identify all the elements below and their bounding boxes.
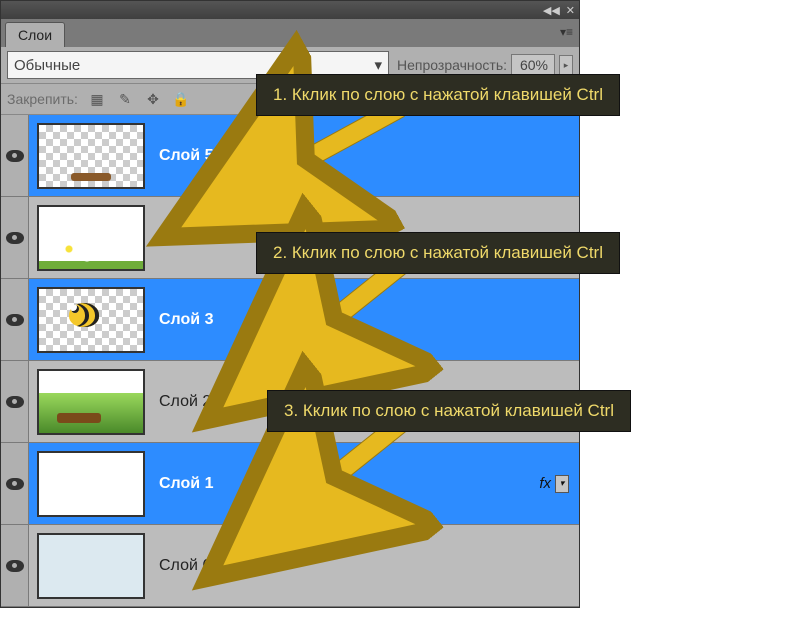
layer-thumbnail[interactable] — [37, 451, 145, 517]
blend-mode-value: Обычные — [14, 57, 80, 74]
layer-thumbnail[interactable] — [37, 205, 145, 271]
layer-name[interactable]: Слой 1 — [159, 475, 213, 493]
tab-layers[interactable]: Слои — [5, 22, 65, 47]
layer-name[interactable]: Слой 6 — [159, 557, 211, 575]
lock-brush-icon[interactable]: ✎ — [116, 90, 134, 108]
layer-row[interactable]: Слой 6 — [1, 525, 579, 607]
annotation-callout: 2. Кклик по слою с нажатой клавишей Ctrl — [256, 232, 620, 274]
eye-icon — [6, 396, 24, 408]
layer-thumbnail[interactable] — [37, 287, 145, 353]
opacity-control: Непрозрачность: 60% ▸ — [397, 54, 573, 76]
visibility-toggle[interactable] — [1, 115, 29, 196]
lock-all-icon[interactable]: 🔒 — [172, 90, 190, 108]
panel-menu-icon[interactable]: ▾≡ — [560, 25, 573, 39]
lock-move-icon[interactable]: ✥ — [144, 90, 162, 108]
layer-name[interactable]: Слой 4 — [159, 229, 211, 247]
eye-icon — [6, 560, 24, 572]
close-icon[interactable]: ✕ — [566, 4, 575, 17]
opacity-value[interactable]: 60% — [511, 54, 555, 76]
collapse-icon[interactable]: ◀◀ — [543, 4, 560, 17]
layer-name[interactable]: Слой 3 — [159, 311, 213, 329]
opacity-label: Непрозрачность: — [397, 57, 507, 73]
layer-thumbnail[interactable] — [37, 123, 145, 189]
fx-badge[interactable]: fx▾ — [539, 475, 569, 493]
layer-name[interactable]: Слой 2 — [159, 393, 211, 411]
eye-icon — [6, 314, 24, 326]
layer-row[interactable]: Слой 1 fx▾ — [1, 443, 579, 525]
layer-row[interactable]: Слой 5 — [1, 115, 579, 197]
lock-label: Закрепить: — [7, 91, 78, 107]
panel-titlebar: ◀◀ ✕ — [1, 1, 579, 19]
visibility-toggle[interactable] — [1, 525, 29, 606]
dropdown-icon: ▾ — [374, 56, 382, 74]
visibility-toggle[interactable] — [1, 443, 29, 524]
layer-body[interactable]: Слой 5 — [29, 115, 579, 196]
annotation-callout: 1. Кклик по слою с нажатой клавишей Ctrl — [256, 74, 620, 116]
visibility-toggle[interactable] — [1, 361, 29, 442]
annotation-callout: 3. Кклик по слою с нажатой клавишей Ctrl — [267, 390, 631, 432]
visibility-toggle[interactable] — [1, 197, 29, 278]
layer-body[interactable]: Слой 1 fx▾ — [29, 443, 579, 524]
layer-body[interactable]: Слой 6 — [29, 525, 579, 606]
layers-list: Слой 5 Слой 4 Слой 3 Слой 2 Слой 1 fx▾ Слой 6 — [1, 115, 579, 607]
layer-name[interactable]: Слой 5 — [159, 147, 213, 165]
layer-row[interactable]: Слой 3 — [1, 279, 579, 361]
visibility-toggle[interactable] — [1, 279, 29, 360]
layer-thumbnail[interactable] — [37, 533, 145, 599]
opacity-slider-icon[interactable]: ▸ — [559, 55, 573, 75]
layer-body[interactable]: Слой 3 — [29, 279, 579, 360]
eye-icon — [6, 150, 24, 162]
eye-icon — [6, 478, 24, 490]
layer-thumbnail[interactable] — [37, 369, 145, 435]
lock-pixels-icon[interactable]: ▦ — [88, 90, 106, 108]
panel-tabs: Слои ▾≡ — [1, 19, 579, 47]
eye-icon — [6, 232, 24, 244]
